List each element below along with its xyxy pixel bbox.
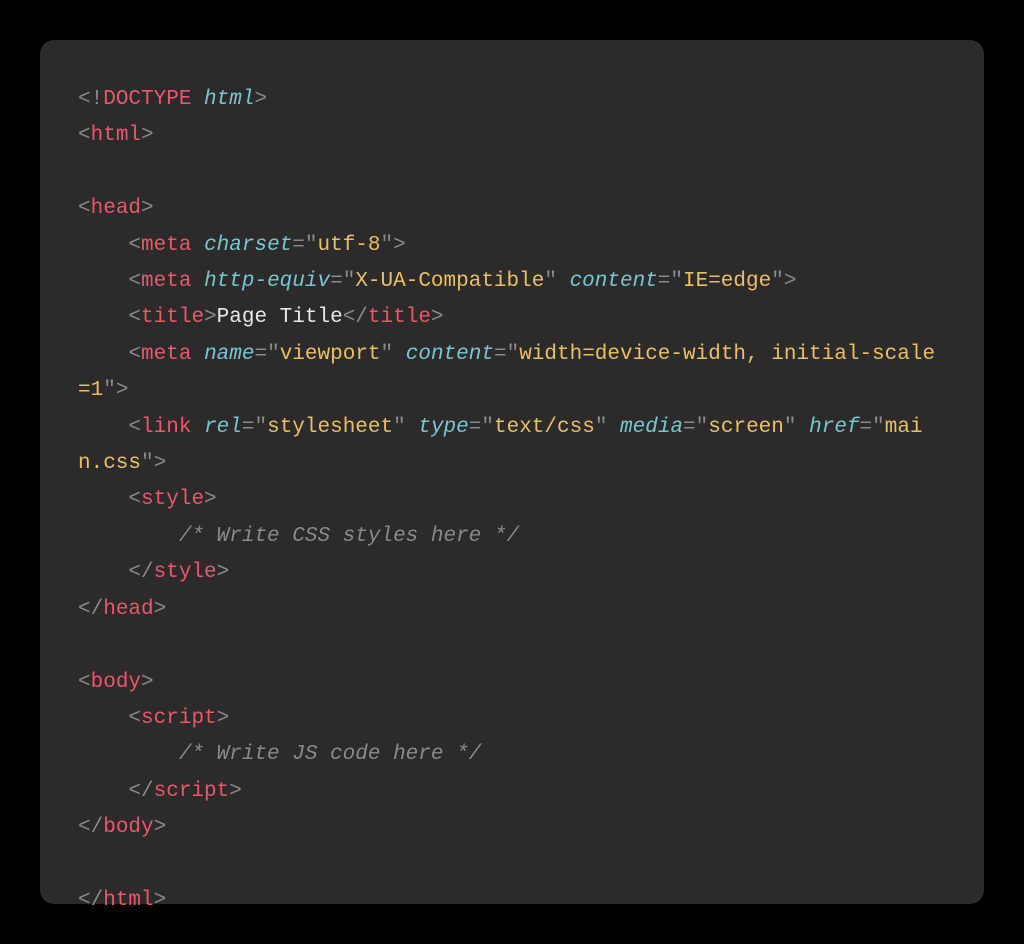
attr-charset: charset	[204, 234, 292, 257]
tag-head-open: head	[91, 197, 141, 220]
tag-meta-1: meta	[141, 234, 191, 257]
attr-media: media	[620, 416, 683, 439]
val-screen: screen	[708, 416, 784, 439]
tag-script-close: script	[154, 780, 230, 803]
tag-style-close: style	[154, 561, 217, 584]
css-comment: /* Write CSS styles here */	[179, 525, 519, 548]
tag-head-close: head	[103, 598, 153, 621]
val-stylesheet: stylesheet	[267, 416, 393, 439]
attr-rel: rel	[204, 416, 242, 439]
tag-meta-2: meta	[141, 270, 191, 293]
js-comment: /* Write JS code here */	[179, 743, 481, 766]
tag-html-open: html	[91, 124, 141, 147]
tag-body-open: body	[91, 671, 141, 694]
val-textcss: text/css	[494, 416, 595, 439]
attr-name: name	[204, 343, 254, 366]
attr-href: href	[809, 416, 859, 439]
tag-body-close: body	[103, 816, 153, 839]
val-utf8: utf-8	[318, 234, 381, 257]
title-text: Page Title	[217, 306, 343, 329]
doctype-word: DOCTYPE	[103, 88, 191, 111]
attr-content-1: content	[570, 270, 658, 293]
doctype-bang: !	[91, 88, 104, 111]
tag-style-open: style	[141, 488, 204, 511]
val-viewport: viewport	[280, 343, 381, 366]
tag-html-close: html	[103, 889, 153, 912]
tag-link: link	[141, 416, 191, 439]
val-xua: X-UA-Compatible	[355, 270, 544, 293]
attr-http-equiv: http-equiv	[204, 270, 330, 293]
attr-type: type	[418, 416, 468, 439]
attr-content-2: content	[406, 343, 494, 366]
code-editor[interactable]: <!DOCTYPE html> <html> <head> <meta char…	[40, 40, 984, 904]
tag-title-close: title	[368, 306, 431, 329]
code-block: <!DOCTYPE html> <html> <head> <meta char…	[78, 82, 946, 919]
tag-script-open: script	[141, 707, 217, 730]
tag-title-open: title	[141, 306, 204, 329]
val-ieedge: IE=edge	[683, 270, 771, 293]
doctype-html: html	[204, 88, 254, 111]
tag-meta-3: meta	[141, 343, 191, 366]
